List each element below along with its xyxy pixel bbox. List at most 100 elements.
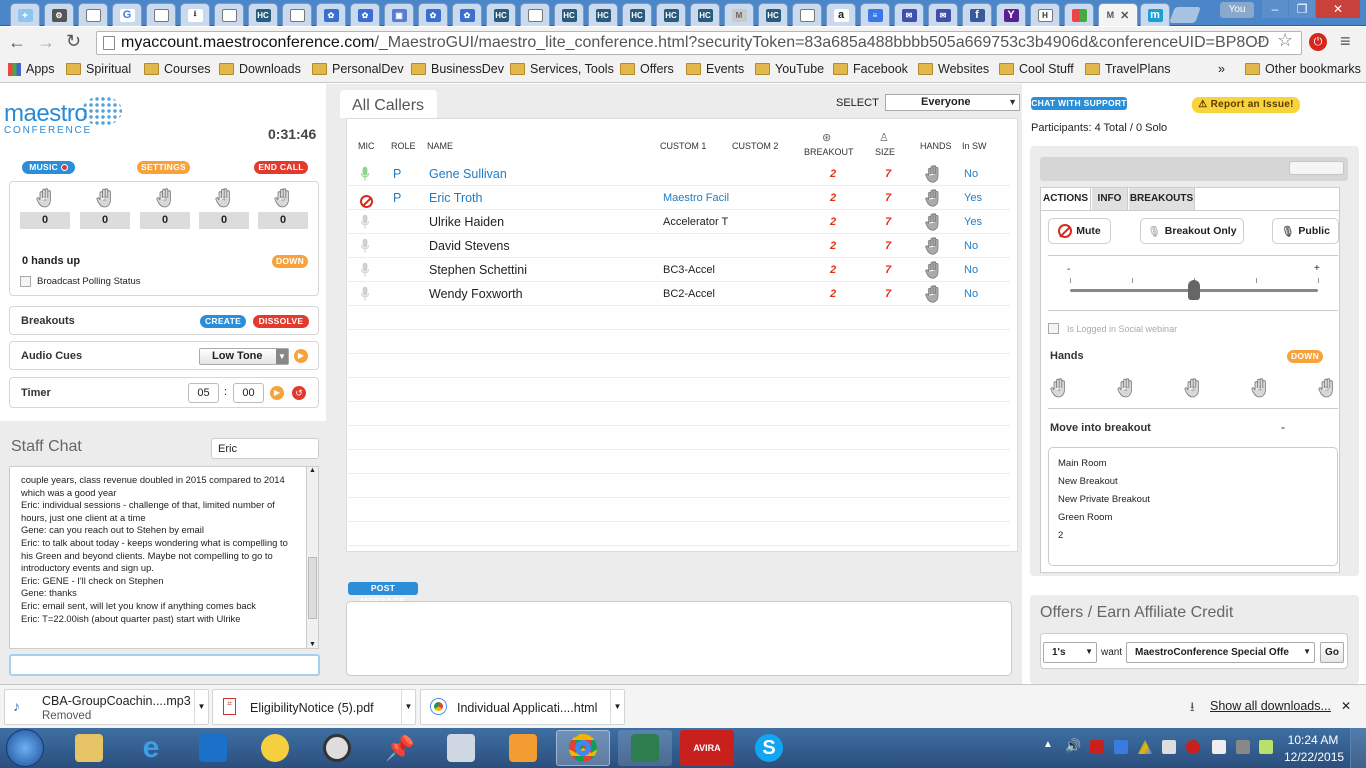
report-issue-button[interactable]: ⚠ Report an Issue! — [1192, 97, 1300, 113]
broadcast-polling-option[interactable]: Broadcast Polling Status — [20, 276, 141, 287]
caller-name[interactable]: Ulrike Haiden — [429, 215, 504, 229]
mic-icon[interactable] — [360, 262, 370, 281]
tab-downloads[interactable]: ⭳ — [180, 3, 210, 26]
back-icon[interactable]: ← — [8, 32, 26, 53]
zoom-icon[interactable]: ⌕ — [1257, 31, 1266, 49]
taskbar-pin-app[interactable]: 📌 — [372, 730, 426, 766]
tab-amazon[interactable]: a — [826, 3, 856, 26]
mic-icon[interactable] — [360, 238, 370, 257]
download-item[interactable]: ♪ CBA-GroupCoachin....mp3 Removed ▼ — [4, 689, 209, 725]
tab-hc[interactable]: HC — [588, 3, 618, 26]
tab-apps[interactable] — [1064, 3, 1094, 26]
bookmark-folder[interactable]: Offers — [620, 62, 674, 76]
offers-select[interactable]: MaestroConference Special Offe ▼ — [1126, 642, 1315, 663]
breakout-only-button[interactable]: 🎙 Breakout Only — [1140, 218, 1244, 244]
raise-hand-icon[interactable] — [923, 163, 945, 185]
timer-start-icon[interactable]: ▶ — [270, 386, 284, 400]
tab-hc[interactable]: HC — [758, 3, 788, 26]
mic-icon[interactable] — [360, 214, 370, 233]
tab-page[interactable] — [792, 3, 822, 26]
menu-icon[interactable]: ≡ — [1340, 31, 1351, 52]
bookmark-folder[interactable]: Services, Tools — [510, 62, 614, 76]
bookmarks-overflow[interactable]: » — [1218, 62, 1225, 76]
caller-row[interactable]: Wendy Foxworth BC2-Accel 2 7 No — [348, 282, 1010, 306]
bookmark-folder[interactable]: Cool Stuff — [999, 62, 1074, 76]
address-bar[interactable]: myaccount.maestroconference.com/_Maestro… — [96, 31, 1302, 55]
chat-message-input[interactable] — [9, 654, 320, 676]
logged-in-checkbox[interactable] — [1048, 323, 1059, 334]
reload-icon[interactable]: ↻ — [66, 31, 81, 52]
raise-hand-icon[interactable] — [923, 283, 945, 305]
logged-in-option[interactable]: Is Logged in Social webinar — [1048, 323, 1177, 334]
tab-mail[interactable]: ✉ — [928, 3, 958, 26]
broadcast-checkbox[interactable] — [20, 276, 31, 287]
tab-hc[interactable]: HC — [248, 3, 278, 26]
tab-hc[interactable]: HC — [690, 3, 720, 26]
tab-h[interactable]: H — [1030, 3, 1060, 26]
chat-with-support-button[interactable]: CHAT WITH SUPPORT — [1031, 97, 1127, 110]
caller-name[interactable]: David Stevens — [429, 239, 510, 253]
taskbar-teamviewer[interactable] — [186, 730, 240, 766]
bookmark-folder[interactable]: Spiritual — [66, 62, 131, 76]
caller-name[interactable]: Eric Troth — [429, 191, 483, 205]
taskbar-explorer[interactable] — [62, 730, 116, 766]
tab-hc[interactable]: HC — [656, 3, 686, 26]
tab-flower[interactable]: ✿ — [418, 3, 448, 26]
raise-hand-icon[interactable]: 4 — [213, 186, 237, 210]
end-call-button[interactable]: END CALL — [254, 161, 308, 174]
extension-icon[interactable]: ⏻ — [1309, 33, 1327, 51]
chat-scrollbar[interactable]: ▲ ▼ — [306, 467, 318, 648]
close-window-button[interactable]: ✕ — [1316, 0, 1360, 18]
taskbar-gear-app[interactable] — [248, 730, 302, 766]
clock-time[interactable]: 10:24 AM — [1284, 733, 1342, 747]
bookmark-folder[interactable]: Websites — [918, 62, 989, 76]
mic-icon[interactable] — [360, 286, 370, 305]
taskbar-chrome[interactable] — [556, 730, 610, 766]
tab-docs[interactable]: ≡ — [860, 3, 890, 26]
breakout-hand-icon[interactable]: 1 — [1048, 376, 1072, 400]
raise-hand-icon[interactable] — [923, 187, 945, 209]
tab-settings[interactable]: ⚙ — [44, 3, 74, 26]
forward-icon[interactable]: → — [37, 32, 55, 53]
bookmark-apps[interactable]: Apps — [8, 62, 55, 76]
tab-flower[interactable]: ✿ — [316, 3, 346, 26]
bookmark-folder[interactable]: Courses — [144, 62, 211, 76]
chat-log[interactable]: couple years, class revenue doubled in 2… — [9, 466, 319, 649]
taskbar-ie[interactable]: e — [124, 730, 178, 766]
breakout-room-option[interactable]: Green Room — [1058, 509, 1337, 527]
bookmark-folder[interactable]: TravelPlans — [1085, 62, 1171, 76]
tab-facebook[interactable]: f — [962, 3, 992, 26]
tab-m-blue[interactable]: m — [1140, 3, 1170, 26]
breakout-hand-icon[interactable]: 3 — [1182, 376, 1206, 400]
tab-flower[interactable]: ✿ — [452, 3, 482, 26]
tab-page[interactable] — [520, 3, 550, 26]
breakout-room-option[interactable]: New Breakout — [1058, 473, 1337, 491]
raise-hand-icon[interactable]: 1 — [34, 186, 58, 210]
offers-quantity-select[interactable]: 1's ▼ — [1043, 642, 1097, 663]
tray-app-icon[interactable] — [1186, 740, 1200, 754]
show-desktop-button[interactable] — [1350, 728, 1366, 768]
volume-icon[interactable]: 🔊 — [1065, 738, 1081, 754]
taskbar-avira[interactable]: AVIRA — [680, 730, 734, 766]
breakout-room-option[interactable]: Main Room — [1058, 455, 1337, 473]
mute-button[interactable]: Mute — [1048, 218, 1111, 244]
muted-mic-icon[interactable] — [360, 190, 373, 208]
tab-flower[interactable]: ✿ — [350, 3, 380, 26]
dissolve-breakout-button[interactable]: DISSOLVE — [253, 315, 309, 328]
bookmark-folder[interactable]: PersonalDev — [312, 62, 404, 76]
caller-filter-select[interactable]: Everyone ▼ — [885, 94, 1020, 111]
tab-info[interactable]: INFO — [1092, 188, 1128, 210]
tab-page[interactable] — [146, 3, 176, 26]
bookmark-folder[interactable]: YouTube — [755, 62, 824, 76]
tab-breakouts[interactable]: BREAKOUTS — [1129, 188, 1195, 210]
raise-hand-icon[interactable] — [923, 235, 945, 257]
minimize-button[interactable]: – — [1262, 0, 1288, 18]
tray-expand-icon[interactable]: ▲ — [1043, 739, 1053, 750]
maximize-button[interactable]: ❐ — [1289, 0, 1315, 18]
other-bookmarks[interactable]: Other bookmarks — [1245, 62, 1361, 76]
scroll-thumb[interactable] — [308, 557, 317, 619]
tab-m[interactable]: M — [724, 3, 754, 26]
caller-row[interactable]: Stephen Schettini BC3-Accel 2 7 No — [348, 258, 1010, 282]
settings-button[interactable]: SETTINGS — [137, 161, 190, 174]
caller-name[interactable]: Gene Sullivan — [429, 167, 507, 181]
